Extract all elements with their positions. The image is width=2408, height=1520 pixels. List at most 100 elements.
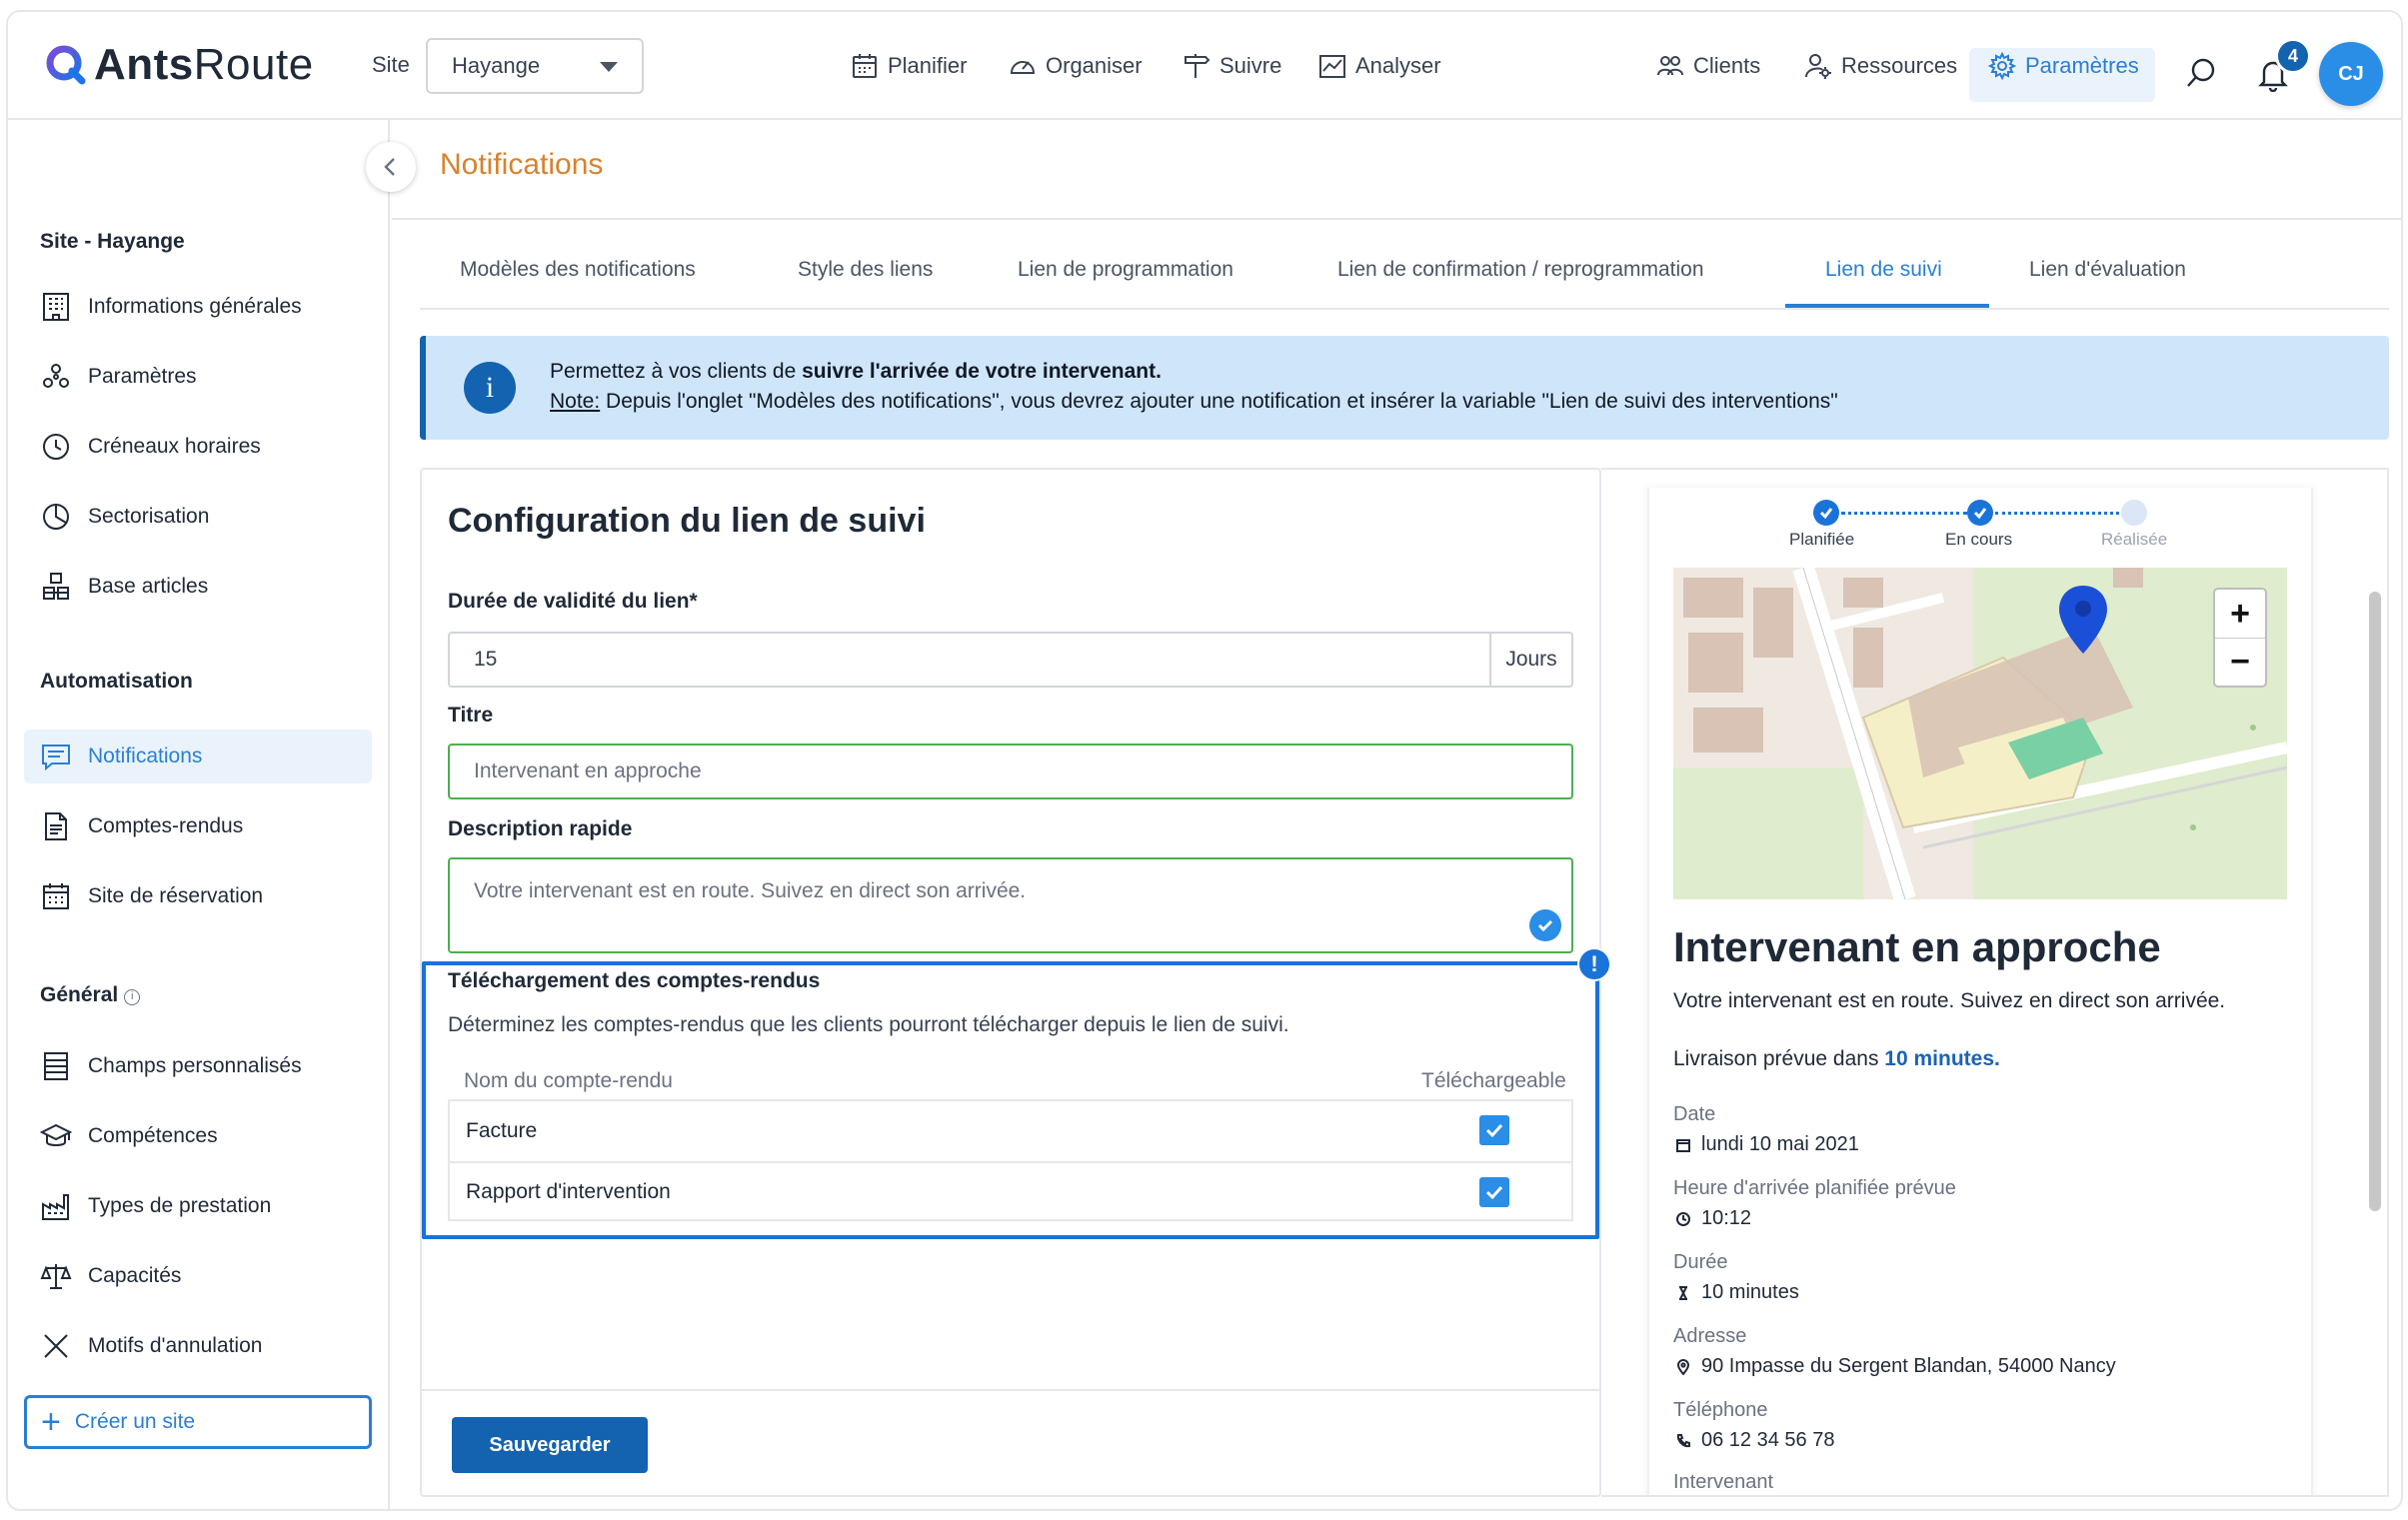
- table-row: Facture: [450, 1101, 1571, 1161]
- nav-suivre[interactable]: Suivre: [1182, 12, 1281, 120]
- sidebar-item-notifications[interactable]: Notifications: [24, 730, 372, 783]
- graduation-icon: [40, 1123, 72, 1146]
- alert-exclamation-icon: !: [1577, 947, 1611, 981]
- chevron-left-icon: [384, 158, 395, 176]
- preview-delivery: Livraison prévue dans 10 minutes.: [1673, 1047, 2000, 1070]
- calendar-grid-icon: [43, 883, 69, 909]
- user-gear-icon: [1805, 54, 1831, 79]
- description-textarea[interactable]: Votre intervenant est en route. Suivez e…: [448, 857, 1573, 953]
- signpost-icon: [1185, 54, 1210, 78]
- phone-icon: [1676, 1433, 1690, 1447]
- downloadable-checkbox[interactable]: [1479, 1177, 1509, 1207]
- sidebar-item-site-de-reservation[interactable]: Site de réservation: [24, 869, 372, 923]
- people-icon: [1657, 56, 1683, 76]
- sidebar-item-label: Comptes-rendus: [88, 814, 244, 837]
- nav-clients-label: Clients: [1693, 53, 1761, 78]
- sidebar-item-informations-generales[interactable]: Informations générales: [24, 280, 372, 334]
- info-icon[interactable]: i: [124, 989, 141, 1005]
- preview-field-key: Adresse: [1673, 1325, 1747, 1347]
- nav-parametres-label: Paramètres: [2025, 53, 2139, 78]
- sidebar-item-label: Capacités: [88, 1264, 182, 1287]
- tab-style-des-liens[interactable]: Style des liens: [798, 230, 933, 310]
- app-window: AntsRoute Site Hayange Planifier Organis…: [6, 10, 2403, 1511]
- sidebar-item-label: Informations générales: [88, 295, 302, 318]
- config-title: Configuration du lien de suivi: [448, 502, 926, 540]
- info-icon: i: [464, 362, 516, 414]
- sidebar-item-label: Site de réservation: [88, 884, 264, 907]
- info-banner-line1: Permettez à vos clients de suivre l'arri…: [550, 360, 1162, 383]
- tab-lien-de-suivi[interactable]: Lien de suivi: [1825, 230, 1942, 310]
- nav-clients[interactable]: Clients: [1655, 12, 1760, 120]
- logo-icon: [46, 45, 86, 85]
- report-name: Rapport d'intervention: [466, 1180, 671, 1203]
- nav-organiser-label: Organiser: [1046, 53, 1143, 78]
- zoom-in-button[interactable]: +: [2215, 590, 2265, 638]
- divider: [422, 1389, 1599, 1391]
- site-label: Site: [372, 52, 410, 77]
- tab-lien-de-confirmation[interactable]: Lien de confirmation / reprogrammation: [1337, 230, 1704, 310]
- sidebar-item-competences[interactable]: Compétences: [24, 1109, 372, 1163]
- calendar-icon: [1676, 1138, 1690, 1152]
- gear-icon: [1987, 51, 2017, 81]
- tab-modeles-des-notifications[interactable]: Modèles des notifications: [460, 230, 696, 310]
- notification-count-badge: 4: [2275, 38, 2311, 74]
- downloadable-checkbox[interactable]: [1479, 1115, 1509, 1145]
- step-realisee-dot: [2121, 500, 2147, 526]
- search-button[interactable]: [2183, 56, 2219, 97]
- column-header-downloadable: Téléchargeable: [1421, 1069, 1566, 1092]
- sidebar-item-parametres[interactable]: Paramètres: [24, 350, 372, 404]
- collapse-sidebar-button[interactable]: [366, 142, 416, 192]
- sidebar-section-automatisation: Automatisation: [40, 670, 193, 693]
- nav-parametres[interactable]: Paramètres: [1987, 12, 2139, 120]
- tracking-map[interactable]: [1673, 568, 2287, 899]
- title-input[interactable]: Intervenant en approche: [448, 744, 1573, 799]
- site-select[interactable]: Hayange: [426, 38, 644, 94]
- nav-ressources[interactable]: Ressources: [1803, 12, 1957, 120]
- sidebar-item-creneaux-horaires[interactable]: Créneaux horaires: [24, 420, 372, 474]
- user-avatar[interactable]: CJ: [2319, 42, 2383, 106]
- search-icon: [2187, 58, 2215, 87]
- check-icon: [1485, 1123, 1503, 1138]
- settings-nodes-icon: [43, 364, 69, 388]
- sidebar-item-sectorisation[interactable]: Sectorisation: [24, 490, 372, 544]
- chevron-down-icon: [600, 62, 618, 72]
- message-icon: [42, 745, 70, 771]
- chart-icon: [1319, 55, 1345, 78]
- sidebar-item-label: Sectorisation: [88, 505, 210, 528]
- zoom-out-button[interactable]: −: [2215, 638, 2265, 686]
- nav-planifier[interactable]: Planifier: [850, 12, 967, 120]
- description-text: Votre intervenant est en route. Suivez e…: [474, 879, 1027, 902]
- document-icon: [45, 812, 67, 840]
- sidebar-item-label: Paramètres: [88, 365, 197, 388]
- nav-organiser[interactable]: Organiser: [1008, 12, 1143, 120]
- preview-scrollbar[interactable]: [2369, 592, 2381, 1211]
- validity-input[interactable]: 15: [450, 634, 1489, 686]
- step-label: Planifiée: [1789, 530, 1855, 549]
- nav-analyser[interactable]: Analyser: [1317, 12, 1441, 120]
- nav-suivre-label: Suivre: [1219, 53, 1282, 78]
- divider: [392, 218, 2401, 220]
- tab-lien-de-programmation[interactable]: Lien de programmation: [1018, 230, 1233, 310]
- top-bar: AntsRoute Site Hayange Planifier Organis…: [8, 12, 2401, 120]
- preview-field-key: Durée: [1673, 1251, 1728, 1273]
- save-button[interactable]: Sauvegarder: [452, 1417, 648, 1473]
- antsroute-logo[interactable]: AntsRoute: [44, 40, 314, 90]
- create-site-button[interactable]: + Créer un site: [24, 1395, 372, 1449]
- tab-lien-d-evaluation[interactable]: Lien d'évaluation: [2029, 230, 2186, 310]
- preview-field-value: lundi 10 mai 2021: [1675, 1133, 1859, 1156]
- step-en-cours-dot: [1967, 500, 1993, 526]
- step-connector: [1995, 512, 2119, 515]
- sidebar-item-types-de-prestation[interactable]: Types de prestation: [24, 1179, 372, 1233]
- sidebar-section-site: Site - Hayange: [40, 230, 185, 253]
- preview-title: Intervenant en approche: [1673, 923, 2161, 970]
- sidebar-item-comptes-rendus[interactable]: Comptes-rendus: [24, 799, 372, 853]
- step-label: En cours: [1945, 530, 2013, 549]
- sidebar-item-motifs-d-annulation[interactable]: Motifs d'annulation: [24, 1319, 372, 1373]
- sidebar-item-base-articles[interactable]: Base articles: [24, 560, 372, 614]
- preview-field-value: 10:12: [1675, 1207, 1751, 1230]
- step-connector: [1841, 512, 1967, 515]
- sidebar-item-capacites[interactable]: Capacités: [24, 1249, 372, 1303]
- clock-icon: [1676, 1211, 1690, 1226]
- check-icon: [1485, 1185, 1503, 1200]
- sidebar-item-champs-personnalises[interactable]: Champs personnalisés: [24, 1039, 372, 1093]
